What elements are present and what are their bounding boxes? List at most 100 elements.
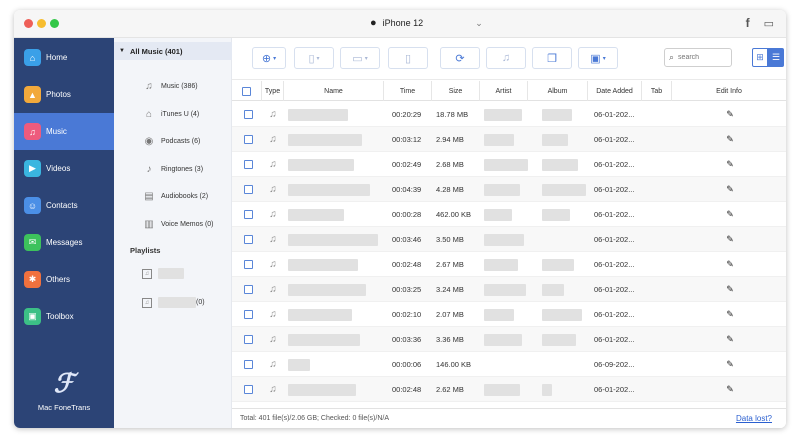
column-header-size[interactable]: Size <box>432 81 480 101</box>
column-header-time[interactable]: Time <box>384 81 432 101</box>
row-checkbox[interactable] <box>243 260 253 269</box>
date-added-cell: 06-09-202... <box>594 360 635 369</box>
sidebar-item-videos[interactable]: ▶ Videos <box>14 150 114 187</box>
select-all-checkbox[interactable] <box>242 86 251 96</box>
sidebar-item-others[interactable]: ✱ Others <box>14 261 114 298</box>
table-row[interactable]: ♫ 00:04:39 4.28 MB 06-01-202... ✎ <box>232 177 786 202</box>
row-checkbox[interactable] <box>243 360 253 369</box>
edit-info-icon[interactable]: ✎ <box>722 377 738 402</box>
playlist-item[interactable]: ♫ <box>142 268 184 279</box>
edit-info-icon[interactable]: ✎ <box>722 252 738 277</box>
grid-view-button[interactable]: ⊞ <box>752 48 768 67</box>
music-note-icon: ♫ <box>269 134 277 145</box>
category-item[interactable]: ▥ Voice Memos (0) <box>142 219 213 230</box>
toolbox-button[interactable]: ▣ ▾ <box>578 47 618 69</box>
copy-button[interactable]: ❐ <box>532 47 572 69</box>
edit-info-icon[interactable]: ✎ <box>722 302 738 327</box>
edit-info-icon[interactable]: ✎ <box>722 152 738 177</box>
music-note-icon: ♫ <box>269 384 277 395</box>
artist-cell <box>484 127 528 152</box>
table-row[interactable]: ♫ 00:03:25 3.24 MB 06-01-202... ✎ <box>232 277 786 302</box>
category-item[interactable]: ⌂ iTunes U (4) <box>142 109 199 120</box>
column-header-artist[interactable]: Artist <box>480 81 528 101</box>
column-header-name[interactable]: Name <box>284 81 384 101</box>
playlist-icon: ♫ <box>142 268 152 279</box>
time-cell: 00:00:06 <box>392 360 422 369</box>
minimize-window-button[interactable] <box>37 19 46 28</box>
column-header-album[interactable]: Album <box>528 81 588 101</box>
category-label: Audiobooks (2) <box>161 193 209 200</box>
edit-info-icon[interactable]: ✎ <box>722 227 738 252</box>
music-note-icon: ♫ <box>269 259 277 270</box>
edit-info-icon[interactable]: ✎ <box>722 102 738 127</box>
edit-info-icon[interactable]: ✎ <box>722 327 738 352</box>
sidebar-item-contacts[interactable]: ☺ Contacts <box>14 187 114 224</box>
all-music-header[interactable]: ▼ All Music (401) <box>114 42 232 60</box>
category-item[interactable]: ▤ Audiobooks (2) <box>142 191 208 202</box>
table-row[interactable]: ♫ 00:02:48 2.67 MB 06-01-202... ✎ <box>232 252 786 277</box>
row-checkbox[interactable] <box>243 385 253 394</box>
export-to-pc-button[interactable]: ▭ ▾ <box>340 47 380 69</box>
search-input[interactable] <box>678 54 727 61</box>
device-selector[interactable]: ● iPhone 12 ⌄ <box>370 17 483 29</box>
sidebar-item-home[interactable]: ⌂ Home <box>14 39 114 76</box>
table-row[interactable]: ♫ 00:03:36 3.36 MB 06-01-202... ✎ <box>232 327 786 352</box>
add-button[interactable]: ⊕ ▾ <box>252 47 286 69</box>
zoom-window-button[interactable] <box>50 19 59 28</box>
sidebar-item-music[interactable]: ♫ Music <box>14 113 114 150</box>
column-header-type[interactable]: Type <box>262 81 284 101</box>
table-row[interactable]: ♫ 00:03:12 2.94 MB 06-01-202... ✎ <box>232 127 786 152</box>
row-checkbox[interactable] <box>243 235 253 244</box>
sidebar-item-photos[interactable]: ▲ Photos <box>14 76 114 113</box>
row-checkbox[interactable] <box>243 210 253 219</box>
category-item[interactable]: ♫ Music (386) <box>142 81 197 92</box>
row-checkbox[interactable] <box>243 185 253 194</box>
row-checkbox[interactable] <box>243 110 253 119</box>
playlist-item[interactable]: ♫ (0) <box>142 297 205 308</box>
table-row[interactable]: ♫ 00:03:46 3.50 MB 06-01-202... ✎ <box>232 227 786 252</box>
row-checkbox[interactable] <box>243 335 253 344</box>
time-cell: 00:03:36 <box>392 335 422 344</box>
search-box[interactable]: ⌕ <box>664 48 732 67</box>
row-checkbox[interactable] <box>243 160 253 169</box>
delete-button[interactable]: ▯ <box>388 47 428 69</box>
album-cell <box>542 277 588 302</box>
artist-cell <box>484 352 528 377</box>
facebook-icon[interactable]: f <box>746 16 750 30</box>
column-header-edit-info[interactable]: Edit Info <box>672 81 786 101</box>
category-item[interactable]: ◉ Podcasts (6) <box>142 136 201 147</box>
artist-cell <box>484 202 528 227</box>
column-header-date-added[interactable]: Date Added <box>588 81 642 101</box>
export-to-device-button[interactable]: ▯ ▾ <box>294 47 334 69</box>
data-lost-link[interactable]: Data lost? <box>736 414 772 423</box>
edit-info-icon[interactable]: ✎ <box>722 202 738 227</box>
size-cell: 3.36 MB <box>436 335 464 344</box>
edit-info-icon[interactable]: ✎ <box>722 352 738 377</box>
table-row[interactable]: ♫ 00:02:49 2.68 MB 06-01-202... ✎ <box>232 152 786 177</box>
row-checkbox[interactable] <box>243 285 253 294</box>
size-cell: 2.07 MB <box>436 310 464 319</box>
feedback-icon[interactable]: ▭ <box>764 17 774 30</box>
edit-info-icon[interactable]: ✎ <box>722 277 738 302</box>
select-all-cell[interactable] <box>232 81 262 101</box>
refresh-button[interactable]: ⟳ <box>440 47 480 69</box>
sidebar-item-toolbox[interactable]: ▣ Toolbox <box>14 298 114 335</box>
table-row[interactable]: ♫ 00:00:06 146.00 KB 06-09-202... ✎ <box>232 352 786 377</box>
table-row[interactable]: ♫ 00:02:48 2.62 MB 06-01-202... ✎ <box>232 377 786 402</box>
category-item[interactable]: ♪ Ringtones (3) <box>142 164 204 175</box>
row-checkbox[interactable] <box>243 310 253 319</box>
ringtone-maker-button[interactable]: ♫ <box>486 47 526 69</box>
album-cell <box>542 327 588 352</box>
table-row[interactable]: ♫ 00:00:28 462.00 KB 06-01-202... ✎ <box>232 202 786 227</box>
table-row[interactable]: ♫ 00:02:10 2.07 MB 06-01-202... ✎ <box>232 302 786 327</box>
home-icon: ⌂ <box>24 49 41 66</box>
edit-info-icon[interactable]: ✎ <box>722 127 738 152</box>
category-label: Podcasts (6) <box>161 138 201 145</box>
column-header-tab[interactable]: Tab <box>642 81 672 101</box>
edit-info-icon[interactable]: ✎ <box>722 177 738 202</box>
row-checkbox[interactable] <box>243 135 253 144</box>
close-window-button[interactable] <box>24 19 33 28</box>
table-row[interactable]: ♫ 00:20:29 18.78 MB 06-01-202... ✎ <box>232 102 786 127</box>
list-view-button[interactable]: ☰ <box>768 48 784 67</box>
sidebar-item-messages[interactable]: ✉ Messages <box>14 224 114 261</box>
